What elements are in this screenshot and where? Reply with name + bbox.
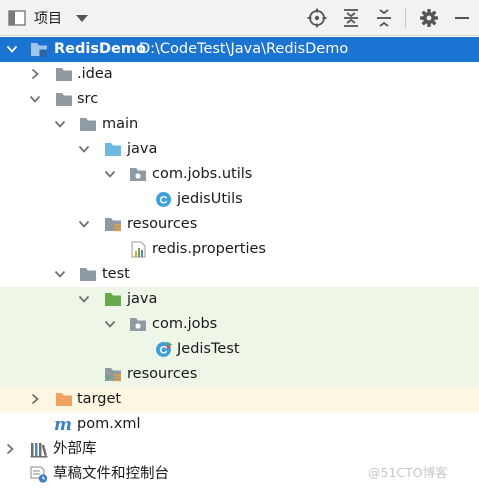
chevron-down-icon[interactable]: [78, 143, 90, 155]
node-label: java: [127, 291, 158, 307]
chevron-right-icon[interactable]: [29, 393, 41, 405]
node-path: D:\CodeTest\Java\RedisDemo: [139, 41, 349, 57]
tree-node-idea[interactable]: .idea: [0, 62, 479, 87]
project-view-icon: [8, 10, 26, 26]
watermark: @51CTO博客: [368, 465, 448, 480]
package-folder-icon: [130, 318, 146, 331]
expand-all-icon: [344, 9, 358, 27]
tree-node-src[interactable]: src: [0, 87, 479, 112]
scratches-console-icon: [30, 466, 48, 483]
node-label: java: [127, 141, 158, 157]
project-view-selector[interactable]: 项目: [8, 7, 88, 29]
tree-node-pom-xml[interactable]: m pom.xml: [0, 412, 479, 437]
tree-node-main-resources[interactable]: resources: [0, 212, 479, 237]
tree-node-jedisutils[interactable]: C jedisUtils: [0, 187, 479, 212]
locate-file-button[interactable]: [306, 7, 328, 29]
chevron-down-icon[interactable]: [78, 293, 90, 305]
tree-node-test-resources[interactable]: resources: [0, 362, 479, 387]
node-label: pom.xml: [77, 416, 141, 432]
node-label: com.jobs: [152, 316, 218, 332]
chevron-right-icon[interactable]: [29, 68, 41, 80]
node-label: resources: [127, 216, 198, 232]
expand-all-button[interactable]: [340, 7, 362, 29]
node-label: test: [102, 266, 130, 282]
node-label: 外部库: [53, 441, 97, 457]
toolbar-divider: [405, 8, 406, 28]
source-folder-icon: [105, 143, 121, 156]
chevron-down-icon[interactable]: [54, 268, 66, 280]
library-icon: [30, 443, 48, 458]
java-test-class-icon: C: [156, 341, 173, 357]
settings-button[interactable]: [418, 7, 440, 29]
module-folder-icon: [31, 43, 47, 57]
folder-icon: [56, 68, 72, 81]
tree-node-redisdemo[interactable]: RedisDemo D:\CodeTest\Java\RedisDemo: [0, 37, 479, 62]
folder-icon: [80, 118, 96, 131]
node-label: 草稿文件和控制台: [53, 466, 169, 482]
chevron-down-icon[interactable]: [78, 218, 90, 230]
project-view-label: 项目: [34, 11, 62, 27]
node-label: redis.properties: [152, 241, 266, 257]
node-label: resources: [127, 366, 198, 382]
collapse-all-button[interactable]: [373, 7, 395, 29]
maven-icon: m: [54, 416, 72, 433]
package-folder-icon: [130, 168, 146, 181]
node-label: jedisUtils: [177, 191, 243, 207]
hide-minus-icon: [455, 17, 469, 19]
svg-text:C: C: [160, 345, 168, 357]
chevron-down-icon[interactable]: [29, 93, 41, 105]
tree-node-test[interactable]: test: [0, 262, 479, 287]
locate-file-icon: [307, 8, 327, 28]
tree-node-jedistest[interactable]: C JedisTest: [0, 337, 479, 362]
dropdown-caret-icon[interactable]: [76, 14, 88, 22]
tree-node-target[interactable]: target: [0, 387, 479, 412]
project-toolbar: 项目: [0, 0, 479, 36]
tree-node-external-libraries[interactable]: 外部库: [0, 437, 479, 462]
collapse-all-icon: [377, 9, 391, 27]
excluded-folder-icon: [56, 393, 72, 406]
tree-node-com-jobs-utils[interactable]: com.jobs.utils: [0, 162, 479, 187]
node-label: JedisTest: [177, 341, 240, 357]
tree-node-test-java[interactable]: java: [0, 287, 479, 312]
node-label: RedisDemo: [54, 41, 146, 57]
chevron-down-icon[interactable]: [6, 43, 18, 55]
properties-file-icon: [131, 241, 146, 258]
chevron-right-icon[interactable]: [4, 443, 16, 455]
node-label: .idea: [77, 66, 113, 82]
settings-gear-icon: [420, 9, 438, 27]
node-label: target: [77, 391, 122, 407]
folder-icon: [56, 93, 72, 106]
tree-node-redis-properties[interactable]: redis.properties: [0, 237, 479, 262]
svg-text:m: m: [54, 416, 72, 433]
node-label: main: [102, 116, 139, 132]
resources-folder-icon: [105, 218, 121, 232]
test-source-folder-icon: [105, 293, 121, 306]
chevron-down-icon[interactable]: [104, 168, 116, 180]
tree-node-com-jobs[interactable]: com.jobs: [0, 312, 479, 337]
folder-icon: [80, 268, 96, 281]
chevron-down-icon[interactable]: [54, 118, 66, 130]
tree-node-main[interactable]: main: [0, 112, 479, 137]
tree-node-main-java[interactable]: java: [0, 137, 479, 162]
node-label: src: [77, 91, 99, 107]
node-label: com.jobs.utils: [152, 166, 253, 182]
svg-text:C: C: [160, 195, 168, 207]
test-resources-folder-icon: [105, 368, 121, 382]
java-class-icon: C: [156, 192, 171, 207]
hide-panel-button[interactable]: [451, 7, 473, 29]
chevron-down-icon[interactable]: [104, 318, 116, 330]
